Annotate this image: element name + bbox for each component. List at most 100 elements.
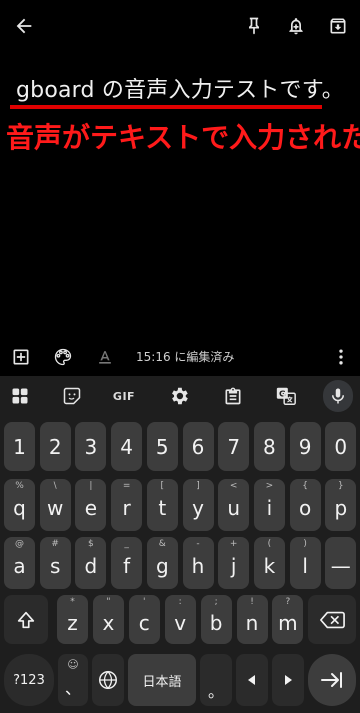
shift-key[interactable] — [4, 595, 48, 644]
key-label: 6 — [191, 434, 205, 459]
symbols-key[interactable]: ?123 — [4, 654, 54, 706]
translate-icon[interactable]: G — [274, 384, 298, 408]
key-hint: = — [122, 481, 131, 491]
key-j[interactable]: + j — [218, 537, 250, 589]
emoji-comma-key[interactable]: ☺ 、 — [58, 654, 88, 706]
key-label: e — [84, 496, 98, 520]
key-hint: [ — [160, 481, 165, 491]
note-bottom-toolbar: 15:16 に編集済み — [0, 340, 360, 374]
symbols-key-label: ?123 — [13, 672, 45, 688]
key-u[interactable]: < u — [218, 479, 250, 531]
key-label: k — [263, 554, 276, 578]
key-label: x — [102, 610, 115, 635]
key-hint: | — [89, 481, 93, 491]
key-2[interactable]: 2 — [39, 422, 71, 471]
clipboard-icon[interactable] — [221, 384, 245, 408]
key-7[interactable]: 7 — [218, 422, 250, 471]
key-label: 1 — [13, 434, 26, 459]
key-o[interactable]: {o — [289, 479, 321, 531]
gboard-keyboard: GIF G 1234567890 % q \ w | e = r[t] y < u > i{o} p @ a… — [0, 376, 360, 713]
key-q[interactable]: % q — [4, 479, 35, 531]
key-label: h — [191, 554, 205, 578]
key-9[interactable]: 9 — [289, 422, 321, 471]
archive-icon[interactable] — [324, 12, 352, 40]
key-b[interactable]: ; b — [200, 595, 232, 644]
settings-gear-icon[interactable] — [167, 384, 191, 408]
apps-grid-icon[interactable] — [8, 384, 32, 408]
key-a[interactable]: @ a — [4, 537, 35, 589]
key-dash[interactable]: — — [325, 537, 357, 589]
voice-input-mic-icon[interactable] — [323, 380, 353, 412]
gif-button[interactable]: GIF — [112, 384, 136, 408]
key-x[interactable]: " x — [92, 595, 124, 644]
key-hint: - — [196, 539, 200, 549]
key-6[interactable]: 6 — [182, 422, 214, 471]
key-label: c — [138, 610, 150, 635]
key-w[interactable]: \ w — [39, 479, 71, 531]
pin-icon[interactable] — [240, 12, 268, 40]
more-vert-icon[interactable] — [328, 344, 354, 370]
arrow-right-icon — [285, 675, 292, 685]
key-hint: ; — [214, 597, 218, 607]
period-label: 。 — [207, 682, 224, 701]
key-z[interactable]: * z — [57, 595, 88, 644]
key-e[interactable]: | e — [75, 479, 107, 531]
key-label: l — [302, 554, 308, 578]
key-k[interactable]: (k — [253, 537, 285, 589]
period-key[interactable]: 。 — [200, 654, 232, 706]
key-label: g — [155, 554, 169, 578]
language-globe-key[interactable] — [92, 654, 124, 706]
key-label: p — [334, 496, 348, 520]
key-8[interactable]: 8 — [253, 422, 285, 471]
key-label: 0 — [334, 434, 348, 459]
comma-label: 、 — [64, 679, 81, 698]
key-1[interactable]: 1 — [4, 422, 35, 471]
key-label: j — [230, 554, 237, 578]
key-hint: ' — [143, 597, 146, 607]
sticker-icon[interactable] — [60, 384, 84, 408]
key-f[interactable]: _ f — [111, 537, 143, 589]
key-s[interactable]: # s — [39, 537, 71, 589]
key-l[interactable]: ) l — [289, 537, 321, 589]
key-5[interactable]: 5 — [146, 422, 178, 471]
enter-key[interactable] — [308, 654, 356, 706]
key-label: 5 — [155, 434, 169, 459]
key-p[interactable]: } p — [325, 479, 357, 531]
key-3[interactable]: 3 — [75, 422, 107, 471]
palette-icon[interactable] — [50, 344, 76, 370]
key-m[interactable]: ? m — [272, 595, 304, 644]
key-label: t — [158, 496, 167, 520]
top-app-bar — [0, 0, 360, 52]
cursor-right-key[interactable] — [272, 654, 304, 706]
key-y[interactable]: ] y — [182, 479, 214, 531]
key-label: r — [122, 496, 131, 520]
note-body-text[interactable]: gboard の音声入力テストです。 — [16, 72, 344, 104]
key-label: — — [330, 554, 351, 578]
key-label: d — [84, 554, 98, 578]
key-0[interactable]: 0 — [325, 422, 357, 471]
space-key-label: 日本語 — [142, 674, 182, 690]
cursor-left-key[interactable] — [236, 654, 268, 706]
key-d[interactable]: $ d — [75, 537, 107, 589]
add-box-icon[interactable] — [8, 344, 34, 370]
backspace-key[interactable] — [308, 595, 356, 644]
key-label: y — [192, 496, 204, 520]
back-arrow-icon[interactable] — [10, 12, 38, 40]
key-r[interactable]: = r — [111, 479, 143, 531]
key-n[interactable]: ! n — [236, 595, 268, 644]
key-g[interactable]: & g — [146, 537, 178, 589]
key-c[interactable]: ' c — [128, 595, 160, 644]
key-t[interactable]: [t — [146, 479, 178, 531]
text-format-icon[interactable] — [92, 344, 118, 370]
emoji-icon: ☺ — [67, 658, 79, 671]
space-key[interactable]: 日本語 — [128, 654, 196, 706]
reminder-bell-icon[interactable] — [282, 12, 310, 40]
key-i[interactable]: > i — [253, 479, 285, 531]
key-hint: > — [265, 481, 274, 491]
key-h[interactable]: -h — [182, 537, 214, 589]
key-v[interactable]: :v — [164, 595, 196, 644]
key-label: v — [174, 610, 187, 635]
key-4[interactable]: 4 — [111, 422, 143, 471]
key-label: o — [298, 496, 312, 520]
key-hint: & — [158, 539, 166, 549]
